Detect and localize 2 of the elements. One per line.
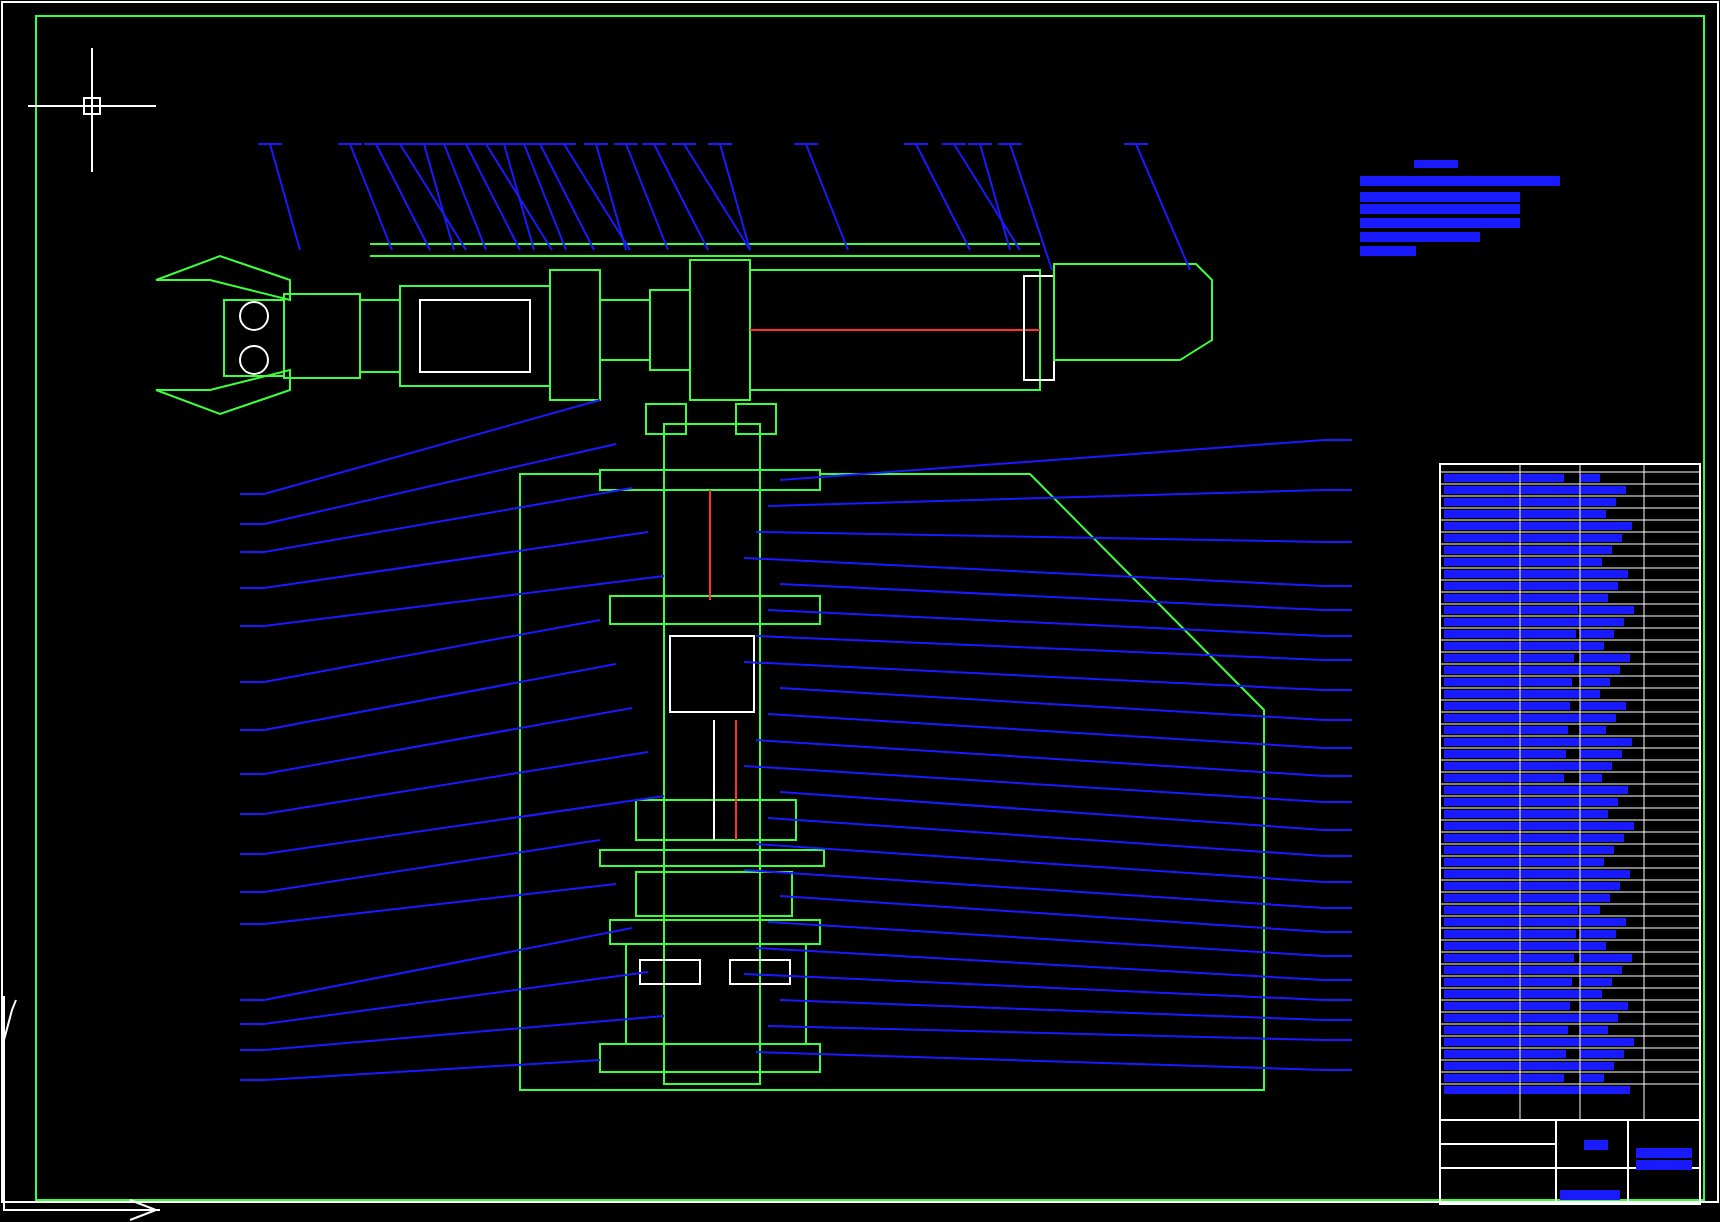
ucs-icon	[3, 995, 161, 1221]
crosshair-cursor-icon	[27, 47, 157, 173]
